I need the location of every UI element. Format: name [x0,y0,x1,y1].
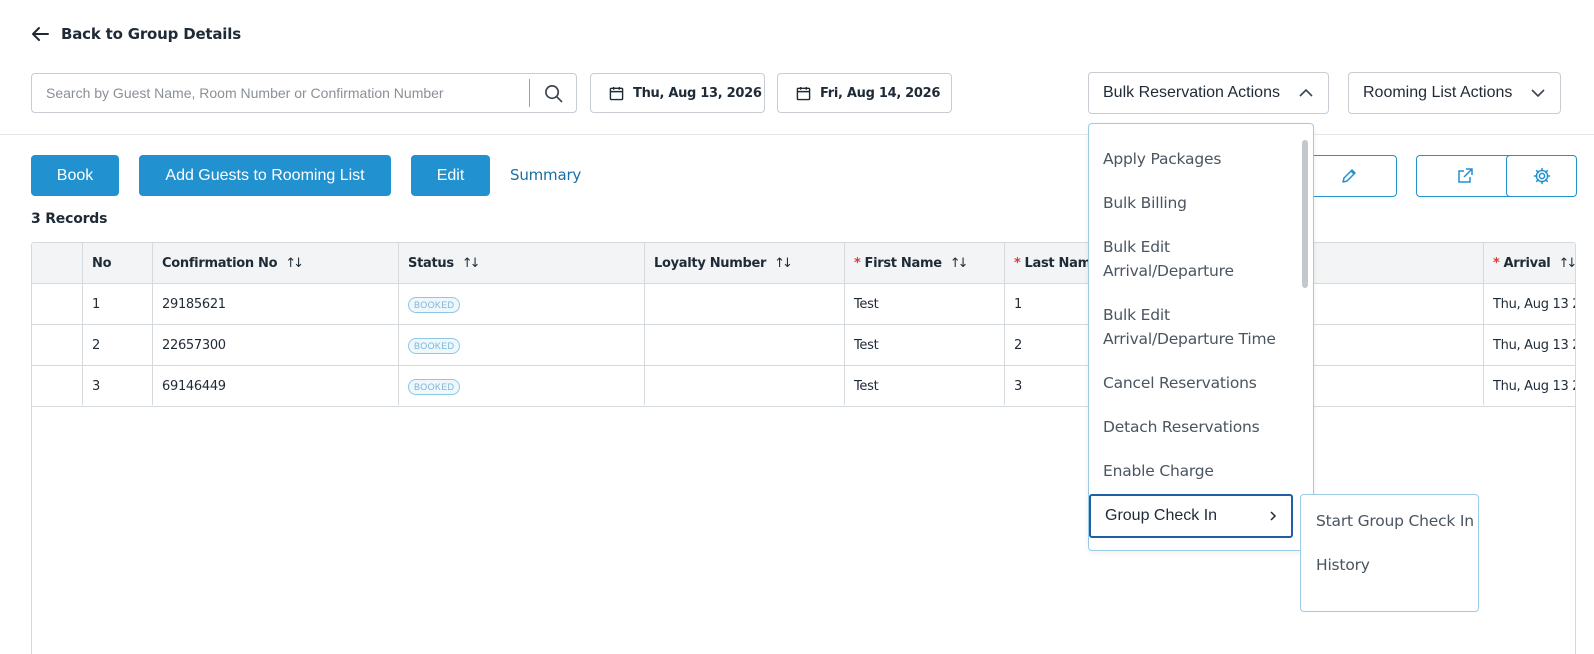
cell-confirmation-no: 22657300 [162,338,226,353]
bulk-reservation-actions-dropdown[interactable]: Bulk Reservation Actions [1088,72,1329,114]
group-check-in-submenu: Start Group Check In History [1300,494,1479,612]
submenu-item-history[interactable]: History [1316,556,1370,574]
cell-confirmation-no: 29185621 [162,297,226,312]
menu-item-apply-packages[interactable]: Apply Packages [1103,147,1293,171]
cell-status: BOOKED [398,366,644,407]
cell-arrival: Thu, Aug 13 2 [1493,297,1576,312]
menu-item-bulk-billing[interactable]: Bulk Billing [1103,191,1293,215]
rooming-list-actions-dropdown[interactable]: Rooming List Actions [1348,72,1561,114]
header-status[interactable]: Status ↑↓ [398,243,644,284]
rooming-actions-label: Rooming List Actions [1363,84,1513,101]
select-column-header[interactable] [32,243,82,284]
menu-item-detach-reservations[interactable]: Detach Reservations [1103,415,1293,439]
records-count: 3 Records [31,211,108,227]
row-select-cell[interactable] [32,366,82,407]
row-select-cell[interactable] [32,325,82,366]
cell-arrival: Thu, Aug 13 2 [1493,338,1576,353]
header-divider [0,134,1594,135]
external-link-icon [1457,168,1473,183]
row-select-cell[interactable] [32,284,82,325]
table-header-row: No Confirmation No ↑↓ Status ↑↓ Loyalty Nu… [32,243,1575,284]
group-check-in-label: Group Check In [1105,507,1218,524]
open-external-button[interactable] [1416,155,1513,197]
chevron-right-icon [1270,511,1277,521]
search-icon [544,84,562,102]
cell-loyalty-number [644,325,844,366]
cell-status: BOOKED [398,325,644,366]
bulk-actions-menu: Apply Packages Bulk Billing Bulk Edit Ar… [1088,123,1314,551]
menu-item-enable-charge[interactable]: Enable Charge [1103,459,1293,483]
sort-arrows-icon[interactable]: ↑↓ [950,256,969,271]
cell-loyalty-number [644,284,844,325]
sort-arrows-icon[interactable]: ↑↓ [1558,256,1575,271]
header-loyalty-number[interactable]: Loyalty Number ↑↓ [644,243,844,284]
sort-arrows-icon[interactable]: ↑↓ [774,256,793,271]
cell-arrival: Thu, Aug 13 2 [1493,379,1576,394]
header-first-name[interactable]: * First Name ↑↓ [844,243,1004,284]
status-badge: BOOKED [408,378,461,395]
sort-arrows-icon[interactable]: ↑↓ [462,256,481,271]
arrival-date-picker[interactable]: Thu, Aug 13, 2026 [590,73,765,113]
gear-icon [1533,167,1550,185]
menu-item-bulk-edit-arrival-departure[interactable]: Bulk Edit Arrival/Departure [1103,235,1293,283]
calendar-icon [796,86,811,100]
header-arrival[interactable]: * Arrival ↑↓ [1483,243,1575,284]
back-link-label: Back to Group Details [61,25,241,43]
chevron-up-icon [1299,88,1313,97]
menu-item-group-check-in[interactable]: Group Check In [1089,494,1293,538]
cell-first-name: Test [854,338,879,353]
back-to-group-details-link[interactable]: Back to Group Details [31,24,241,44]
departure-date-value: Fri, Aug 14, 2026 [820,85,941,101]
chevron-down-icon [1531,89,1545,98]
cell-status: BOOKED [398,284,644,325]
cell-first-name: Test [854,297,879,312]
table-row[interactable]: 2 22657300 BOOKED Test 2 Thu, Aug 13 2 [32,325,1575,366]
table-settings-button[interactable] [1506,155,1577,197]
edit-row-button[interactable] [1300,155,1397,197]
cell-confirmation-no: 69146449 [162,379,226,394]
arrow-left-icon [32,27,49,41]
menu-item-cancel-reservations[interactable]: Cancel Reservations [1103,371,1293,395]
status-badge: BOOKED [408,296,461,313]
search-button[interactable] [530,74,576,112]
menu-scrollbar[interactable] [1302,140,1308,288]
cell-no: 2 [92,338,100,353]
cell-no: 1 [92,297,100,312]
header-confirmation-no[interactable]: Confirmation No ↑↓ [152,243,398,284]
cell-no: 3 [92,379,100,394]
add-guests-button[interactable]: Add Guests to Rooming List [139,155,391,196]
pencil-icon [1341,169,1356,183]
arrival-date-value: Thu, Aug 13, 2026 [633,85,762,101]
search-input[interactable] [32,74,529,112]
book-button[interactable]: Book [31,155,119,196]
header-no: No [92,256,112,271]
menu-item-bulk-edit-arrival-departure-time[interactable]: Bulk Edit Arrival/Departure Time [1103,303,1293,351]
cell-first-name: Test [854,379,879,394]
table-row[interactable]: 1 29185621 BOOKED Test 1 Thu, Aug 13 2 [32,284,1575,325]
cell-loyalty-number [644,366,844,407]
bulk-actions-label: Bulk Reservation Actions [1103,84,1280,101]
submenu-item-start-group-check-in[interactable]: Start Group Check In [1316,512,1474,530]
table-row[interactable]: 3 69146449 BOOKED Test 3 Thu, Aug 13 2 [32,366,1575,407]
edit-button[interactable]: Edit [411,155,490,196]
sort-arrows-icon[interactable]: ↑↓ [285,256,304,271]
guest-search-box [31,73,577,113]
calendar-icon [609,86,624,100]
status-badge: BOOKED [408,337,461,354]
summary-link[interactable]: Summary [510,166,581,184]
departure-date-picker[interactable]: Fri, Aug 14, 2026 [777,73,952,113]
